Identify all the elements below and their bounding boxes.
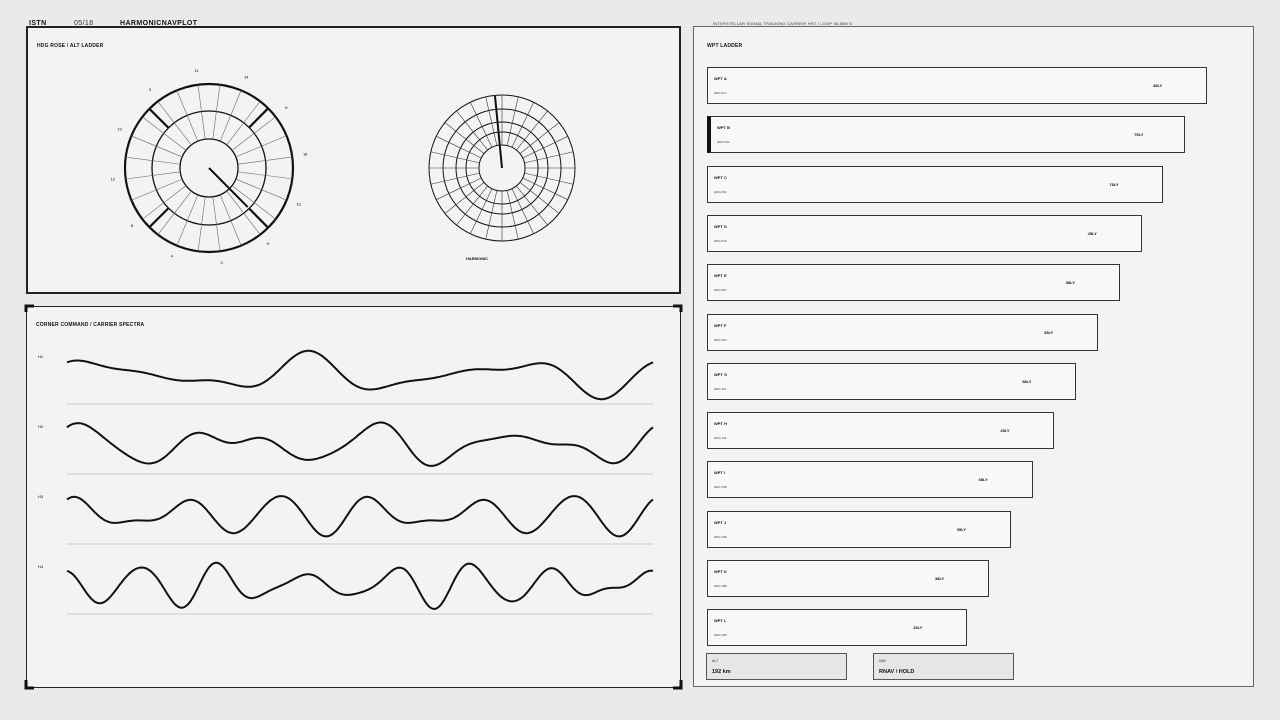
nav-mode-value: RNAV / HOLD [879,669,915,675]
waypoint-heading: HDG 158 [714,485,727,490]
waypoint-distance: 58LY [1022,378,1032,384]
waypoint-ladder-title: WPT LADDER [707,43,743,49]
waypoint-heading: HDG 017 [714,91,727,95]
waypoint-name: WPT D [714,223,727,229]
waypoint-heading: HDG 087 [714,288,727,293]
waypoint-row[interactable]: WPT K HDG 188 38LY [707,560,989,597]
waypoint-name: WPT A [714,76,727,81]
waypoint-row[interactable]: WPT L HDG 195 25LY [707,609,968,647]
rose-panel: HDG ROSE / ALT LADDER 11 14 H 16 13 H 3 4 8 12 13 5… [26,26,681,294]
trace-label: H1 [38,354,44,359]
waypoint-heading: HDG 165 [714,534,727,539]
waypoint-distance: 38LY [1065,280,1075,286]
waypoint-distance: 38LY [1153,83,1163,88]
carrier-trace [66,561,654,611]
waypoint-row[interactable]: WPT F HDG 103 35LY [707,313,1098,351]
waypoint-heading: HDG 131 [714,436,727,441]
waypoint-panel: WPT LADDER WPT A HDG 017 38LY WPT B HDG 034 7… [693,26,1254,687]
waypoint-row[interactable]: WPT G HDG 119 58LY [707,362,1077,400]
carrier-trace [66,421,654,467]
waypoint-distance: 38LY [935,576,945,581]
carrier-trace [66,495,654,538]
waypoint-distance: 45LY [1000,428,1010,434]
waypoint-distance: 45LY [1087,230,1097,236]
harmonic-caption: HARMONIC [466,256,488,261]
waypoint-name: WPT L [714,618,727,624]
spectra-panel: CORNER COMMAND / CARRIER SPECTRA H1 H2 H3 H… [26,306,681,688]
waypoint-distance: 35LY [956,526,966,532]
harmonic-rose [428,94,576,242]
waypoint-distance: 78LY [1109,181,1119,187]
trace-label: H3 [38,494,44,499]
waypoint-row[interactable]: WPT J HDG 165 35LY [707,510,1011,548]
waypoint-row[interactable]: WPT B HDG 034 75LY [707,116,1186,154]
waypoint-name: WPT C [714,174,727,180]
altitude-label: ALT [712,659,719,663]
waypoint-name: WPT K [714,569,727,574]
waypoint-heading: HDG 188 [714,584,727,588]
waypoint-row[interactable]: WPT I HDG 158 68LY [707,461,1033,499]
waypoint-heading: HDG 052 [714,189,727,194]
waypoint-row[interactable]: WPT A HDG 017 38LY [707,67,1207,104]
waypoint-row[interactable]: WPT C HDG 052 78LY [707,165,1164,203]
waypoint-name: WPT B [717,125,730,131]
altitude-readout: ALT 192 km [706,653,847,680]
trace-label: H4 [38,564,44,569]
waypoint-row[interactable]: WPT E HDG 087 38LY [707,264,1120,302]
waypoint-distance: 25LY [913,625,923,631]
waypoint-heading: HDG 079 [714,238,727,243]
waypoint-name: WPT I [714,470,726,476]
waypoint-row[interactable]: WPT D HDG 079 45LY [707,214,1142,252]
waypoint-row[interactable]: WPT H HDG 131 45LY [707,412,1055,450]
trace-label: H2 [38,424,44,429]
waypoint-heading: HDG 034 [717,140,730,145]
carrier-spectra-plot: H1 H2 H3 H4 [38,349,654,615]
waypoint-name: WPT F [714,322,727,328]
waypoint-name: WPT J [714,519,727,525]
waypoint-name: WPT G [714,371,728,377]
carrier-trace [66,349,654,401]
waypoint-name: WPT E [714,273,727,279]
waypoint-heading: HDG 195 [714,633,727,638]
waypoint-distance: 35LY [1044,329,1054,335]
waypoint-heading: HDG 119 [714,386,727,391]
nav-mode-readout: NAV RNAV / HOLD [873,653,1014,680]
waypoint-distance: 68LY [978,477,988,483]
waypoint-name: WPT H [714,421,727,427]
waypoint-distance: 75LY [1134,132,1144,138]
waypoint-heading: HDG 103 [714,337,727,342]
nav-mode-label: NAV [879,659,886,663]
altitude-value: 192 km [712,669,731,675]
